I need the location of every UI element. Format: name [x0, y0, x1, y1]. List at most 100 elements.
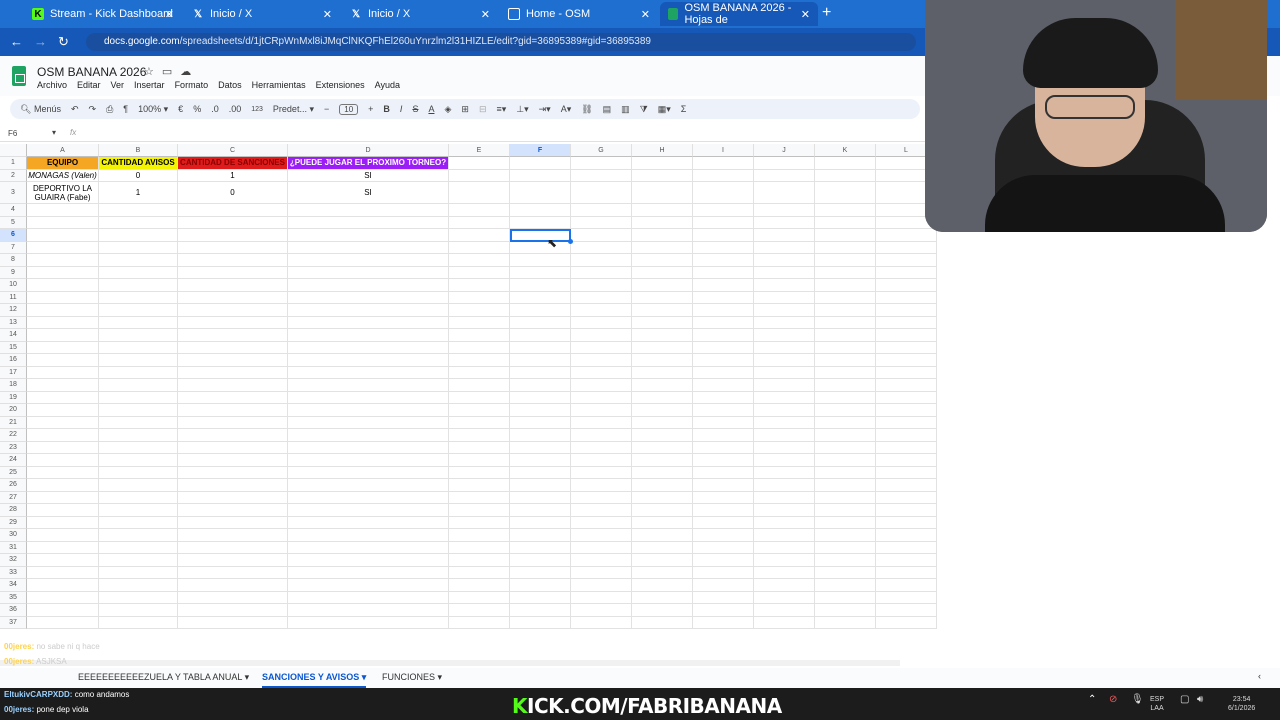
- cell[interactable]: [571, 541, 632, 554]
- cell[interactable]: [632, 466, 693, 479]
- row-header[interactable]: 26: [0, 479, 27, 492]
- cell[interactable]: [449, 266, 510, 279]
- cell[interactable]: [754, 229, 815, 242]
- row-header[interactable]: 31: [0, 541, 27, 554]
- cell[interactable]: [288, 591, 449, 604]
- row-header[interactable]: 4: [0, 204, 27, 217]
- cell[interactable]: [876, 579, 937, 592]
- cell[interactable]: [815, 616, 876, 629]
- cell[interactable]: [178, 516, 288, 529]
- column-header-h[interactable]: H: [632, 144, 693, 157]
- cell[interactable]: [510, 216, 571, 229]
- cell[interactable]: [449, 291, 510, 304]
- horizontal-scrollbar[interactable]: [0, 660, 900, 666]
- cell[interactable]: [693, 182, 754, 204]
- cell[interactable]: [449, 616, 510, 629]
- menu-datos[interactable]: Datos: [218, 80, 242, 90]
- cell[interactable]: [449, 466, 510, 479]
- cell[interactable]: [449, 204, 510, 217]
- cell[interactable]: [99, 454, 178, 467]
- cell[interactable]: [754, 254, 815, 267]
- move-folder-icon[interactable]: ▭: [162, 66, 180, 78]
- cell[interactable]: [288, 366, 449, 379]
- cell[interactable]: [449, 579, 510, 592]
- cell[interactable]: [99, 354, 178, 367]
- volume-icon[interactable]: 🔊︎: [1197, 695, 1203, 705]
- cell[interactable]: [27, 216, 99, 229]
- cell[interactable]: [754, 541, 815, 554]
- cell[interactable]: [754, 504, 815, 517]
- cell[interactable]: [571, 254, 632, 267]
- cell[interactable]: [693, 204, 754, 217]
- cell[interactable]: [876, 504, 937, 517]
- cell[interactable]: [815, 229, 876, 242]
- cell[interactable]: [178, 379, 288, 392]
- cell[interactable]: [693, 304, 754, 317]
- cell[interactable]: [571, 216, 632, 229]
- new-tab-icon[interactable]: +: [822, 4, 831, 22]
- cell[interactable]: [510, 466, 571, 479]
- column-header-j[interactable]: J: [754, 144, 815, 157]
- cell[interactable]: [288, 279, 449, 292]
- close-icon[interactable]: ✕: [641, 8, 650, 21]
- cell[interactable]: [571, 169, 632, 182]
- cell[interactable]: [99, 516, 178, 529]
- data-cell[interactable]: 1: [178, 169, 288, 182]
- cell[interactable]: [876, 304, 937, 317]
- cell[interactable]: [99, 466, 178, 479]
- cell[interactable]: [449, 441, 510, 454]
- cell[interactable]: [288, 329, 449, 342]
- sheet-tab-tabla-anual[interactable]: EEEEEEEEEEEZUELA Y TABLA ANUAL ▾: [78, 672, 249, 683]
- cell[interactable]: [876, 391, 937, 404]
- star-icon[interactable]: ☆: [144, 66, 162, 78]
- menu-formato[interactable]: Formato: [175, 80, 209, 90]
- cell[interactable]: [288, 304, 449, 317]
- cell[interactable]: [632, 579, 693, 592]
- cell[interactable]: [876, 566, 937, 579]
- cell[interactable]: [632, 429, 693, 442]
- comment-icon[interactable]: ▤: [603, 104, 612, 115]
- cell[interactable]: [99, 491, 178, 504]
- cell[interactable]: [510, 529, 571, 542]
- cell[interactable]: [632, 291, 693, 304]
- sheets-logo-icon[interactable]: [12, 66, 26, 86]
- cell[interactable]: [815, 479, 876, 492]
- cell[interactable]: [571, 379, 632, 392]
- cell[interactable]: [815, 466, 876, 479]
- cell[interactable]: [288, 466, 449, 479]
- header-cell[interactable]: ¿PUEDE JUGAR EL PROXIMO TORNEO?: [288, 157, 449, 170]
- menu-editar[interactable]: Editar: [77, 80, 101, 90]
- cell[interactable]: [571, 304, 632, 317]
- cell[interactable]: [815, 604, 876, 617]
- cell[interactable]: [632, 479, 693, 492]
- cell[interactable]: [178, 404, 288, 417]
- row-header[interactable]: 23: [0, 441, 27, 454]
- cell[interactable]: [571, 316, 632, 329]
- cell[interactable]: [449, 329, 510, 342]
- cell[interactable]: [632, 454, 693, 467]
- cell[interactable]: [632, 416, 693, 429]
- cell[interactable]: [632, 241, 693, 254]
- cell[interactable]: [693, 554, 754, 567]
- row-header[interactable]: 20: [0, 404, 27, 417]
- cell[interactable]: [632, 554, 693, 567]
- row-header[interactable]: 12: [0, 304, 27, 317]
- cell[interactable]: [288, 529, 449, 542]
- cell[interactable]: [876, 241, 937, 254]
- cell[interactable]: [632, 366, 693, 379]
- filter-views-icon[interactable]: ▦▾: [658, 104, 671, 115]
- cell[interactable]: [27, 379, 99, 392]
- data-cell[interactable]: MONAGAS (Valen): [27, 169, 99, 182]
- cell[interactable]: [876, 554, 937, 567]
- italic-icon[interactable]: I: [400, 104, 403, 114]
- cell[interactable]: [99, 579, 178, 592]
- decrease-decimals-button[interactable]: .0: [211, 104, 219, 114]
- data-cell[interactable]: 0: [178, 182, 288, 204]
- cell[interactable]: [815, 204, 876, 217]
- cell[interactable]: [632, 341, 693, 354]
- percent-format-button[interactable]: %: [193, 104, 201, 114]
- cell[interactable]: [815, 366, 876, 379]
- cell[interactable]: [449, 157, 510, 170]
- cell[interactable]: [449, 429, 510, 442]
- cell[interactable]: [815, 291, 876, 304]
